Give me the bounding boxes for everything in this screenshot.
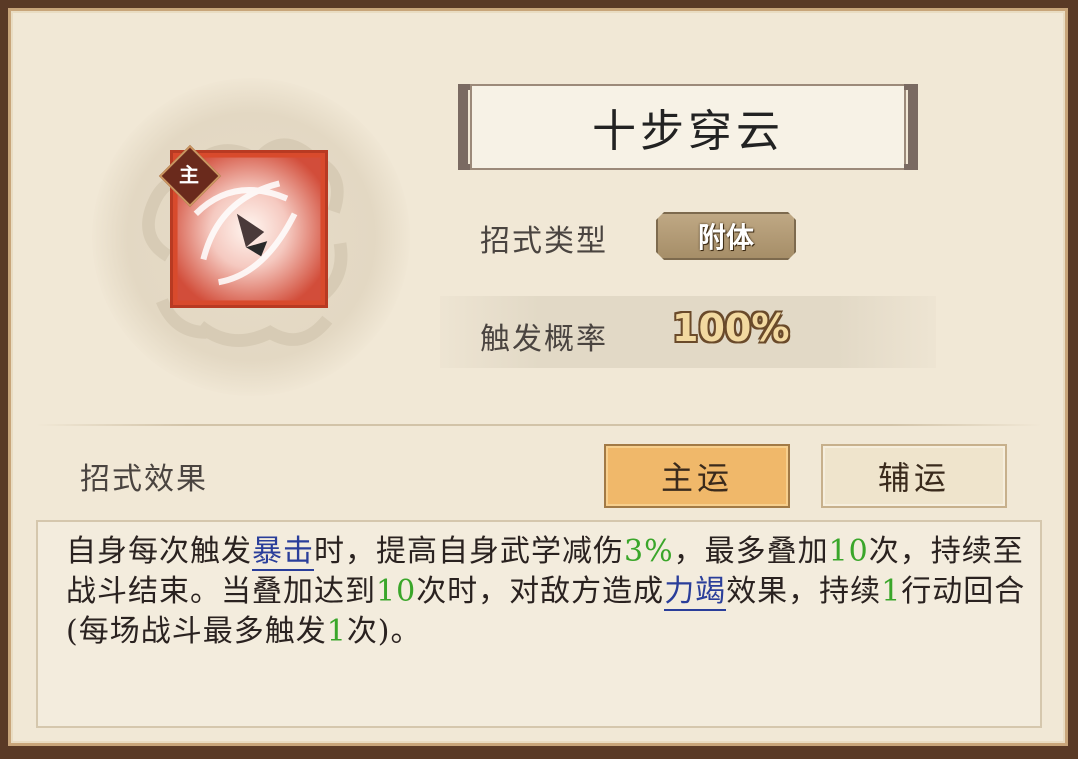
desc-segment: 自身每次触发 [66, 534, 252, 569]
rate-label: 触发概率 [480, 322, 608, 357]
tab-main-run[interactable]: 主运 [604, 444, 790, 508]
desc-number: 3% [624, 534, 674, 569]
type-label: 招式类型 [480, 224, 608, 259]
skill-title: 十步穿云 [470, 84, 906, 170]
desc-segment: 次)。 [346, 614, 422, 649]
desc-number: 10 [376, 574, 417, 609]
desc-segment: 次时，对敌方造成 [416, 574, 665, 609]
effect-description: 自身每次触发暴击时，提高自身武学减伤3%，最多叠加10次，持续至战斗结束。当叠加… [66, 532, 1026, 652]
desc-segment: 时，提高自身武学减伤 [314, 534, 624, 569]
desc-number: 1 [326, 614, 347, 649]
desc-number: 1 [881, 574, 902, 609]
keyword-link-exhaustion[interactable]: 力竭 [664, 574, 727, 611]
main-skill-badge: 主 [158, 144, 222, 208]
divider [36, 424, 1042, 426]
keyword-link-crit[interactable]: 暴击 [252, 534, 314, 571]
desc-segment: 效果，持续 [726, 574, 882, 609]
title-bracket-left [458, 84, 472, 170]
rate-value: 100% [672, 306, 790, 350]
title-bracket-right [904, 84, 918, 170]
desc-number: 10 [828, 534, 869, 569]
effect-label: 招式效果 [80, 462, 208, 497]
desc-segment: ，最多叠加 [673, 534, 829, 569]
badge-label: 主 [179, 163, 199, 187]
tab-support-run[interactable]: 辅运 [821, 444, 1007, 508]
type-badge: 附体 [656, 212, 796, 260]
